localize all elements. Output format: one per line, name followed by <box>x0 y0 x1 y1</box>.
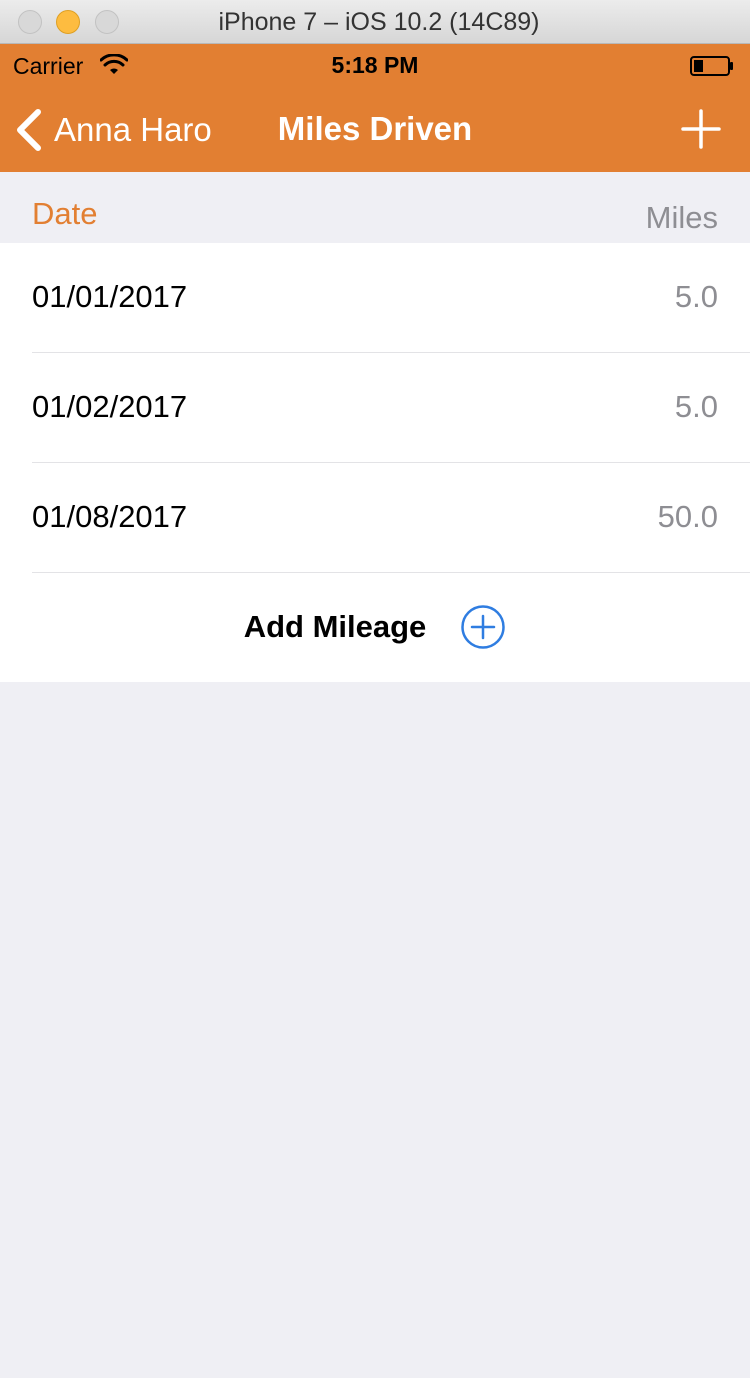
row-miles: 50.0 <box>657 499 718 534</box>
row-miles: 5.0 <box>674 279 718 314</box>
page-title: Miles Driven <box>277 110 473 147</box>
table-row[interactable]: 01/02/2017 5.0 <box>0 353 750 463</box>
battery-low-icon <box>690 56 733 76</box>
add-mileage-button[interactable]: Add Mileage <box>0 572 750 682</box>
table-header: Date Miles <box>0 172 750 243</box>
row-date: 01/08/2017 <box>32 499 188 534</box>
status-time: 5:18 PM <box>331 52 419 78</box>
plus-circle-icon <box>461 605 506 649</box>
add-mileage-label: Add Mileage <box>243 609 427 644</box>
row-miles: 5.0 <box>674 389 718 424</box>
navigation-bar: Carrier 5:18 PM Anna Haro Miles Driven <box>0 44 750 172</box>
simulator-titlebar: iPhone 7 – iOS 10.2 (14C89) <box>0 0 750 44</box>
header-date: Date <box>32 196 98 231</box>
mileage-table: 01/01/2017 5.0 01/02/2017 5.0 01/08/2017… <box>0 243 750 682</box>
row-date: 01/02/2017 <box>32 389 188 424</box>
table-row[interactable]: 01/01/2017 5.0 <box>0 243 750 353</box>
window-title: iPhone 7 – iOS 10.2 (14C89) <box>218 8 540 36</box>
header-miles: Miles <box>645 200 718 235</box>
plus-icon[interactable] <box>680 108 722 150</box>
row-date: 01/01/2017 <box>32 279 188 314</box>
table-row[interactable]: 01/08/2017 50.0 <box>0 463 750 573</box>
